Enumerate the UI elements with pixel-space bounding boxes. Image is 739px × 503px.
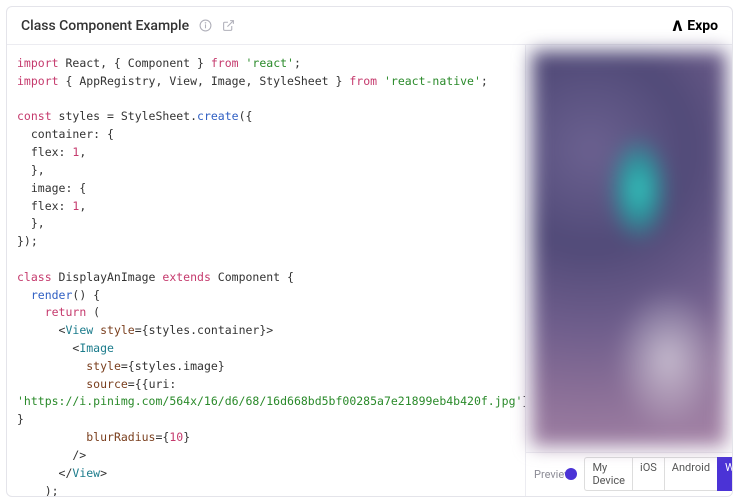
preview-canvas: [532, 51, 726, 446]
tab-my-device[interactable]: My Device: [584, 457, 632, 491]
external-link-icon[interactable]: [222, 19, 235, 32]
body: import React, { Component } from 'react'…: [7, 45, 732, 496]
header-bar: Class Component Example Λ Expo: [7, 7, 732, 45]
preview-column: Preview My Device iOS Android Web: [525, 45, 732, 496]
code-editor[interactable]: import React, { Component } from 'react'…: [7, 45, 525, 496]
expo-logo-icon: Λ: [673, 17, 683, 35]
tab-web[interactable]: Web: [717, 457, 733, 491]
expo-brand[interactable]: Λ Expo: [673, 17, 718, 35]
expo-brand-text: Expo: [687, 18, 718, 34]
snack-title: Class Component Example: [21, 18, 189, 34]
platform-tabs: My Device iOS Android Web: [584, 457, 733, 491]
tab-android[interactable]: Android: [664, 457, 717, 491]
preview-footer: Preview My Device iOS Android Web: [526, 452, 732, 496]
snack-panel: Class Component Example Λ Expo import Re…: [6, 6, 733, 497]
tab-ios[interactable]: iOS: [632, 457, 664, 491]
info-icon[interactable]: [199, 19, 212, 32]
